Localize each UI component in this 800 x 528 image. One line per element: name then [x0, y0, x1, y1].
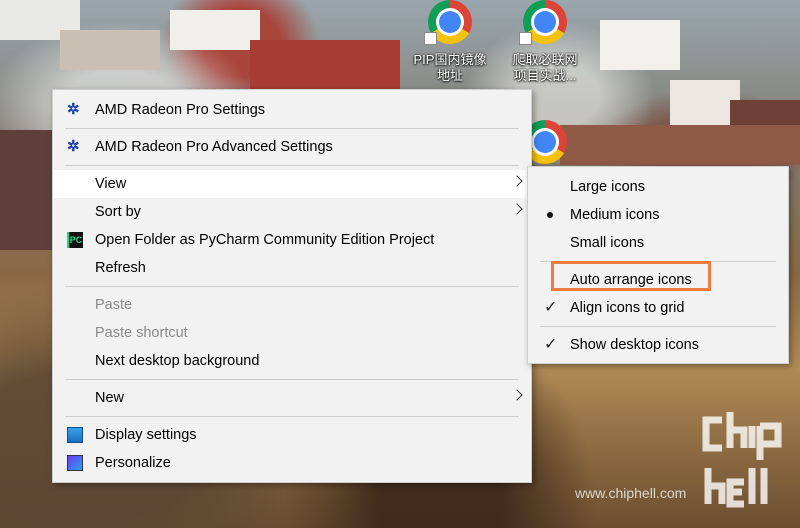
wallpaper-house [60, 30, 160, 70]
desktop-icon-label: 项目实战... [513, 68, 577, 83]
menu-item-label: Sort by [95, 204, 141, 220]
menu-item-label: Small icons [570, 235, 645, 251]
desktop-context-menu: ✲ AMD Radeon Pro Settings ✲ AMD Radeon P… [52, 89, 532, 483]
view-item-medium-icons[interactable]: Medium icons [528, 201, 788, 229]
menu-item-paste: Paste [53, 291, 531, 319]
shortcut-arrow-icon [519, 32, 532, 45]
menu-item-new[interactable]: New [53, 384, 531, 412]
menu-item-label: Paste shortcut [95, 325, 188, 341]
menu-item-refresh[interactable]: Refresh [53, 254, 531, 282]
menu-item-label: Show desktop icons [570, 337, 699, 353]
checkmark-icon: ✓ [544, 299, 558, 316]
menu-item-label: Personalize [95, 455, 171, 471]
menu-item-display-settings[interactable]: Display settings [53, 421, 531, 449]
menu-item-amd-advanced-settings[interactable]: ✲ AMD Radeon Pro Advanced Settings [53, 133, 531, 161]
selected-bullet-icon [547, 212, 553, 218]
chiphell-watermark-logo [700, 412, 800, 516]
wallpaper-house [0, 130, 52, 250]
desktop-icon-label: PIP国内镜像 [413, 52, 487, 67]
menu-item-label: View [95, 176, 127, 192]
menu-item-amd-settings[interactable]: ✲ AMD Radeon Pro Settings [53, 96, 531, 124]
menu-separator [65, 286, 519, 287]
menu-item-label: Refresh [95, 260, 146, 276]
menu-separator [540, 326, 776, 327]
pycharm-icon: PC [67, 232, 83, 248]
menu-item-label: Align icons to grid [570, 300, 685, 316]
menu-item-label: New [95, 390, 125, 406]
menu-item-sort-by[interactable]: Sort by [53, 198, 531, 226]
view-item-large-icons[interactable]: Large icons [528, 173, 788, 201]
shortcut-arrow-icon [424, 32, 437, 45]
wallpaper-house [560, 125, 800, 165]
menu-item-label: Large icons [570, 179, 645, 195]
menu-item-label: Open Folder as PyCharm Community Edition… [95, 232, 435, 248]
personalize-icon [67, 455, 83, 471]
desktop-shortcut-pip-mirror[interactable]: PIP国内镜像 地址 [410, 0, 490, 84]
menu-item-open-pycharm[interactable]: PC Open Folder as PyCharm Community Edit… [53, 226, 531, 254]
view-item-small-icons[interactable]: Small icons [528, 229, 788, 257]
menu-item-label: Display settings [95, 427, 197, 443]
menu-item-view[interactable]: View [53, 170, 531, 198]
menu-item-paste-shortcut: Paste shortcut [53, 319, 531, 347]
chevron-right-icon [511, 175, 523, 187]
chevron-right-icon [511, 389, 523, 401]
menu-separator [65, 165, 519, 166]
menu-separator [65, 416, 519, 417]
view-item-show-desktop-icons[interactable]: ✓ Show desktop icons [528, 331, 788, 359]
menu-item-next-background[interactable]: Next desktop background [53, 347, 531, 375]
menu-separator [65, 128, 519, 129]
menu-item-label: AMD Radeon Pro Settings [95, 102, 266, 118]
annotation-highlight-box [551, 261, 711, 291]
menu-item-label: Next desktop background [95, 353, 260, 369]
checkmark-icon: ✓ [544, 336, 558, 353]
chevron-right-icon [511, 203, 523, 215]
wallpaper-house [600, 20, 680, 70]
menu-item-label: AMD Radeon Pro Advanced Settings [95, 139, 333, 155]
watermark-url: www.chiphell.com [575, 485, 687, 501]
wallpaper-house [250, 40, 400, 90]
chiphell-logo-icon [702, 412, 782, 508]
desktop-icon-label: 爬取必联网 [512, 52, 578, 67]
menu-item-personalize[interactable]: Personalize [53, 449, 531, 477]
display-settings-icon [67, 427, 83, 443]
amd-radeon-icon: ✲ [67, 101, 80, 118]
amd-radeon-icon: ✲ [67, 138, 80, 155]
view-item-align-to-grid[interactable]: ✓ Align icons to grid [528, 294, 788, 322]
menu-item-label: Medium icons [570, 207, 660, 223]
desktop-shortcut-bilian-project[interactable]: 爬取必联网 项目实战... [505, 0, 585, 84]
menu-item-label: Paste [95, 297, 133, 313]
menu-separator [65, 379, 519, 380]
wallpaper-house [170, 10, 260, 50]
desktop-icon-label: 地址 [436, 68, 463, 83]
